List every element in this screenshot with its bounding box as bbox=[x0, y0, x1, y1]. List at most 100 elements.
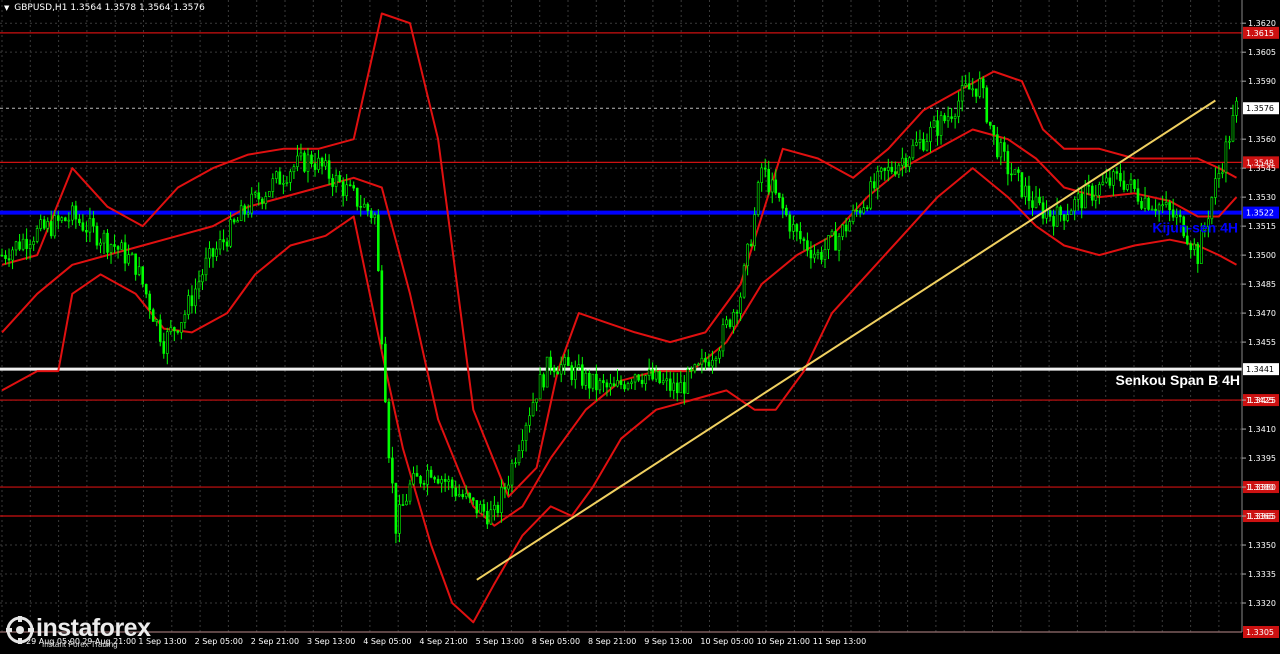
candle-body bbox=[1231, 115, 1235, 142]
y-tick-label: 1.3530 bbox=[1248, 193, 1276, 202]
x-tick-label: 4 Sep 21:00 bbox=[419, 637, 467, 646]
candle-body bbox=[500, 486, 503, 513]
candle-body bbox=[173, 327, 176, 332]
y-tick-label: 1.3395 bbox=[1248, 454, 1276, 463]
candle-body bbox=[901, 157, 904, 166]
candle-body bbox=[1115, 171, 1119, 174]
candle-body bbox=[151, 309, 155, 322]
candle-body bbox=[953, 116, 957, 119]
candle-body bbox=[908, 157, 911, 167]
candle-body bbox=[566, 357, 570, 366]
candle-body bbox=[338, 175, 341, 182]
candle-body bbox=[229, 219, 232, 247]
candle-body bbox=[183, 314, 187, 323]
candle-body bbox=[1083, 185, 1087, 209]
broker-logo: instaforex Instant Forex Trading bbox=[6, 614, 156, 650]
candle-body bbox=[25, 238, 28, 249]
price-axis: 1.3620 1.3605 1.3590 1.3560 1.3545 1.3530 1.35… bbox=[0, 0, 1276, 633]
candle-body bbox=[348, 184, 352, 187]
dropdown-arrow-icon[interactable]: ▼ bbox=[4, 4, 9, 12]
candle-body bbox=[35, 228, 39, 242]
symbol-label: GBPUSD,H1 bbox=[14, 3, 68, 13]
candle-body bbox=[130, 253, 134, 256]
candle-body bbox=[999, 142, 1003, 158]
candle-body bbox=[109, 244, 113, 253]
candle-body bbox=[862, 207, 865, 214]
x-tick-label: 8 Sep 05:00 bbox=[532, 637, 580, 646]
y-tick-label: 1.3590 bbox=[1248, 77, 1276, 86]
logo-wordmark: instaforex bbox=[36, 614, 151, 642]
trendline-layer bbox=[476, 99, 1216, 581]
candle-body bbox=[700, 357, 704, 365]
candle-body bbox=[56, 215, 60, 221]
candle-body bbox=[1210, 197, 1214, 220]
candle-body bbox=[1013, 169, 1017, 175]
y-tick-label: 1.3470 bbox=[1248, 309, 1276, 318]
candle-body bbox=[1150, 208, 1154, 211]
candle-body bbox=[1024, 185, 1027, 197]
candle-body bbox=[28, 244, 32, 249]
candle-body bbox=[1076, 193, 1080, 200]
y-tick-label: 1.3455 bbox=[1248, 338, 1276, 347]
candle-body bbox=[799, 231, 802, 240]
candle-body bbox=[1090, 185, 1094, 201]
candle-body bbox=[1122, 180, 1126, 190]
candle-body bbox=[436, 478, 440, 484]
y-tick-label: 1.3485 bbox=[1248, 280, 1276, 289]
candle-body bbox=[879, 167, 883, 172]
x-tick-label: 8 Sep 21:00 bbox=[588, 637, 636, 646]
candle-body bbox=[380, 270, 384, 345]
price-chart[interactable]: 1.36151.35481.34251.33801.33651.33051.35… bbox=[0, 0, 1280, 654]
candle-body bbox=[774, 179, 778, 194]
candle-body bbox=[538, 374, 542, 400]
candle-body bbox=[236, 220, 239, 223]
candle-body bbox=[39, 219, 42, 229]
candle-body bbox=[619, 380, 623, 385]
candle-body bbox=[134, 253, 137, 275]
candle-body bbox=[1129, 179, 1133, 185]
candle-body bbox=[742, 265, 746, 298]
candle-body bbox=[827, 235, 830, 250]
candle-body bbox=[707, 361, 711, 367]
candle-body bbox=[725, 319, 728, 326]
candle-body bbox=[1185, 235, 1189, 245]
candle-body bbox=[552, 367, 556, 373]
y-tick-label: 1.3350 bbox=[1248, 541, 1276, 550]
candle-body bbox=[503, 486, 507, 490]
candle-body bbox=[486, 510, 489, 525]
candle-body bbox=[127, 254, 130, 264]
candle-body bbox=[763, 167, 767, 170]
candle-body bbox=[162, 341, 166, 354]
x-tick-label: 4 Sep 05:00 bbox=[363, 637, 411, 646]
candle-body bbox=[1228, 140, 1231, 143]
candle-body bbox=[633, 374, 637, 383]
candle-body bbox=[781, 197, 785, 209]
candle-body bbox=[1073, 199, 1076, 212]
candle-body bbox=[81, 222, 85, 231]
candle-body bbox=[521, 440, 524, 451]
x-tick-label: 2 Sep 05:00 bbox=[195, 637, 243, 646]
candle-body bbox=[672, 382, 676, 391]
candle-body bbox=[464, 493, 468, 498]
candle-body bbox=[651, 369, 654, 380]
candle-body bbox=[1217, 173, 1221, 179]
candle-body bbox=[218, 239, 222, 250]
candle-body bbox=[92, 218, 95, 227]
candle-body bbox=[693, 364, 697, 372]
candle-body bbox=[1027, 185, 1031, 201]
candle-body bbox=[668, 378, 672, 391]
x-tick-label: 2 Sep 21:00 bbox=[251, 637, 299, 646]
candle-body bbox=[166, 331, 169, 354]
candle-body bbox=[609, 383, 612, 388]
candle-body bbox=[573, 367, 577, 380]
candle-body bbox=[711, 359, 714, 367]
candle-body bbox=[260, 198, 264, 204]
candle-body bbox=[929, 126, 932, 142]
candle-body bbox=[366, 203, 370, 212]
candle-body bbox=[1178, 214, 1182, 218]
candle-body bbox=[267, 191, 271, 197]
candle-body bbox=[581, 364, 584, 386]
candle-body bbox=[429, 469, 433, 478]
candle-body bbox=[42, 219, 46, 229]
candle-body bbox=[443, 479, 447, 482]
